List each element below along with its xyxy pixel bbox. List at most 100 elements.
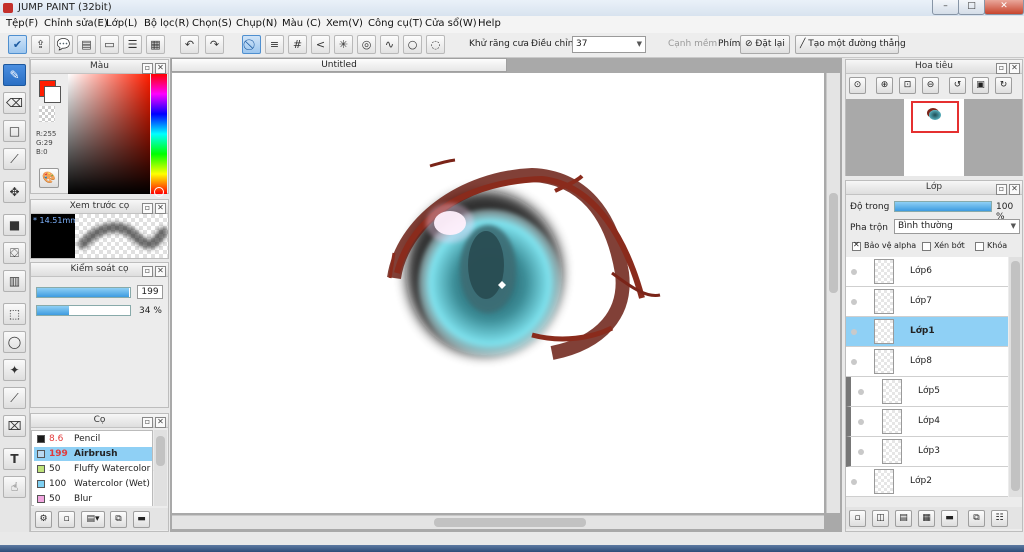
ellipse-icon[interactable]: ○	[403, 35, 422, 54]
transparent-swatch[interactable]	[39, 106, 55, 122]
expand-icon[interactable]: ▫	[142, 203, 153, 214]
layer-opacity-slider[interactable]	[894, 201, 992, 212]
zoom-out-icon[interactable]: ⊖	[922, 77, 939, 94]
protect-alpha-checkbox[interactable]	[852, 240, 861, 251]
brush-item-blur[interactable]: 50 Blur	[34, 492, 152, 506]
page-icon[interactable]: ▭	[100, 35, 119, 54]
vertical-scroll-thumb[interactable]	[829, 193, 838, 293]
brush-list-scrollbar[interactable]	[154, 430, 167, 506]
copy-brush-icon[interactable]: ⧉	[110, 511, 127, 528]
folder-icon[interactable]: ▬	[133, 511, 150, 528]
zoom-in-icon[interactable]: ⊕	[876, 77, 893, 94]
brush-item-fluffy-watercolor[interactable]: 50 Fluffy Watercolor 3	[34, 462, 159, 476]
brush-item-pencil[interactable]: 8.6 Pencil	[34, 432, 152, 446]
menu-select[interactable]: Chọn(S)	[192, 18, 232, 29]
menu-color[interactable]: Màu (C)	[282, 18, 321, 29]
gradient-tool-icon[interactable]: ▥	[3, 270, 26, 292]
rect-tool-icon[interactable]: □	[3, 120, 26, 142]
expand-icon[interactable]: ▫	[142, 417, 153, 428]
document-tab[interactable]: Untitled	[171, 58, 507, 72]
magic-wand-tool-icon[interactable]: ✦	[3, 359, 26, 381]
curve-icon[interactable]: ∿	[380, 35, 399, 54]
select-rect-tool-icon[interactable]: ⬚	[3, 303, 26, 325]
lasso-tool-icon[interactable]: ◯	[3, 331, 26, 353]
new-halftone-layer-icon[interactable]: ▤	[895, 510, 912, 527]
grid-icon[interactable]: ▦	[146, 35, 165, 54]
brush-menu-icon[interactable]: ▤▾	[81, 511, 105, 528]
size-slider[interactable]	[36, 287, 131, 298]
background-swatch[interactable]	[44, 86, 61, 103]
layer-list-scrollbar[interactable]	[1009, 257, 1022, 497]
select-eraser-tool-icon[interactable]: ⌧	[3, 415, 26, 437]
navigator-viewport-frame[interactable]	[911, 101, 959, 133]
adjust-dropdown[interactable]: 37 ▼	[572, 36, 646, 53]
drawing-canvas[interactable]	[172, 73, 824, 513]
eye-icon[interactable]	[851, 269, 857, 275]
brush-item-watercolor-wet[interactable]: 100 Watercolor (Wet)	[34, 477, 152, 491]
layer-row-lop1[interactable]: Lớp1	[846, 317, 1008, 347]
layer-row-lop6[interactable]: Lớp6	[846, 257, 1008, 287]
fill-rect-tool-icon[interactable]: ■	[3, 214, 26, 236]
layer-settings-icon[interactable]: ☷	[991, 510, 1008, 527]
menu-view[interactable]: Xem(V)	[326, 18, 363, 29]
reset-button[interactable]: ⊘ Đặt lại	[740, 35, 790, 54]
close-icon[interactable]: ✕	[155, 417, 166, 428]
layer-row-lop7[interactable]: Lớp7	[846, 287, 1008, 317]
rotate-left-icon[interactable]: ↺	[949, 77, 966, 94]
layer-row-lop4[interactable]: Lớp4	[846, 407, 1008, 437]
expand-icon[interactable]: ▫	[142, 63, 153, 74]
menu-tools[interactable]: Công cụ(T)	[368, 18, 423, 29]
layer-row-lop5[interactable]: Lớp5	[846, 377, 1008, 407]
straight-line-button[interactable]: ╱ Tạo một đường thẳng	[795, 35, 906, 54]
close-icon[interactable]: ✕	[1009, 184, 1020, 195]
eye-icon[interactable]	[851, 359, 857, 365]
new-vector-layer-icon[interactable]: ◫	[872, 510, 889, 527]
expand-icon[interactable]: ▫	[142, 266, 153, 277]
concentric-icon[interactable]: ◎	[357, 35, 376, 54]
maximize-button[interactable]: □	[958, 0, 985, 15]
menu-edit[interactable]: Chỉnh sửa(E)	[44, 18, 108, 29]
close-icon[interactable]: ✕	[155, 203, 166, 214]
new-brush-icon[interactable]: ▫	[58, 511, 75, 528]
undo-icon[interactable]: ↶	[180, 35, 199, 54]
brush-tool-icon[interactable]: ✎	[3, 64, 26, 86]
blend-mode-dropdown[interactable]: Bình thường ▼	[894, 219, 1020, 234]
clip-checkbox[interactable]	[922, 242, 931, 251]
line-tool-icon[interactable]: ⟋	[3, 148, 26, 170]
comment-icon[interactable]: ▤	[77, 35, 96, 54]
text-tool-icon[interactable]: T	[3, 448, 26, 470]
brush-settings-icon[interactable]: ⚙	[35, 511, 52, 528]
reset-view-icon[interactable]: ▣	[972, 77, 989, 94]
actual-size-icon[interactable]: ⊡	[899, 77, 916, 94]
menu-help[interactable]: Help	[478, 18, 501, 29]
new-layer-icon[interactable]: ▫	[849, 510, 866, 527]
move-tool-icon[interactable]: ✥	[3, 181, 26, 203]
close-icon[interactable]: ✕	[1009, 63, 1020, 74]
export-icon[interactable]: ⇪	[31, 35, 50, 54]
close-button[interactable]: ✕	[984, 0, 1024, 15]
eye-icon[interactable]	[851, 329, 857, 335]
grid-ruler-icon[interactable]: #	[288, 35, 307, 54]
select-pen-tool-icon[interactable]: ⟋	[3, 387, 26, 409]
canvas-horizontal-scrollbar[interactable]	[172, 515, 824, 529]
duplicate-layer-icon[interactable]: ⧉	[968, 510, 985, 527]
minimize-button[interactable]: –	[932, 0, 959, 15]
layer-row-lop8[interactable]: Lớp8	[846, 347, 1008, 377]
menu-layer[interactable]: Lớp(L)	[106, 18, 137, 29]
redo-icon[interactable]: ↷	[205, 35, 224, 54]
eye-icon[interactable]	[851, 299, 857, 305]
lock-checkbox[interactable]	[975, 242, 984, 251]
list-icon[interactable]: ☰	[123, 35, 142, 54]
hand-tool-icon[interactable]: ☝	[3, 476, 26, 498]
palette-icon[interactable]: 🎨	[39, 168, 59, 188]
expand-icon[interactable]: ▫	[996, 63, 1007, 74]
radial-icon[interactable]: ✳	[334, 35, 353, 54]
layer-row-lop2[interactable]: Lớp2	[846, 467, 1008, 497]
expand-icon[interactable]: ▫	[996, 184, 1007, 195]
spiral-icon[interactable]: ◌	[426, 35, 445, 54]
layer-row-lop3[interactable]: Lớp3	[846, 437, 1008, 467]
eye-icon[interactable]	[858, 449, 864, 455]
eye-icon[interactable]	[858, 389, 864, 395]
menu-window[interactable]: Cửa sổ(W)	[425, 18, 477, 29]
bucket-tool-icon[interactable]: ⛋	[3, 242, 26, 264]
